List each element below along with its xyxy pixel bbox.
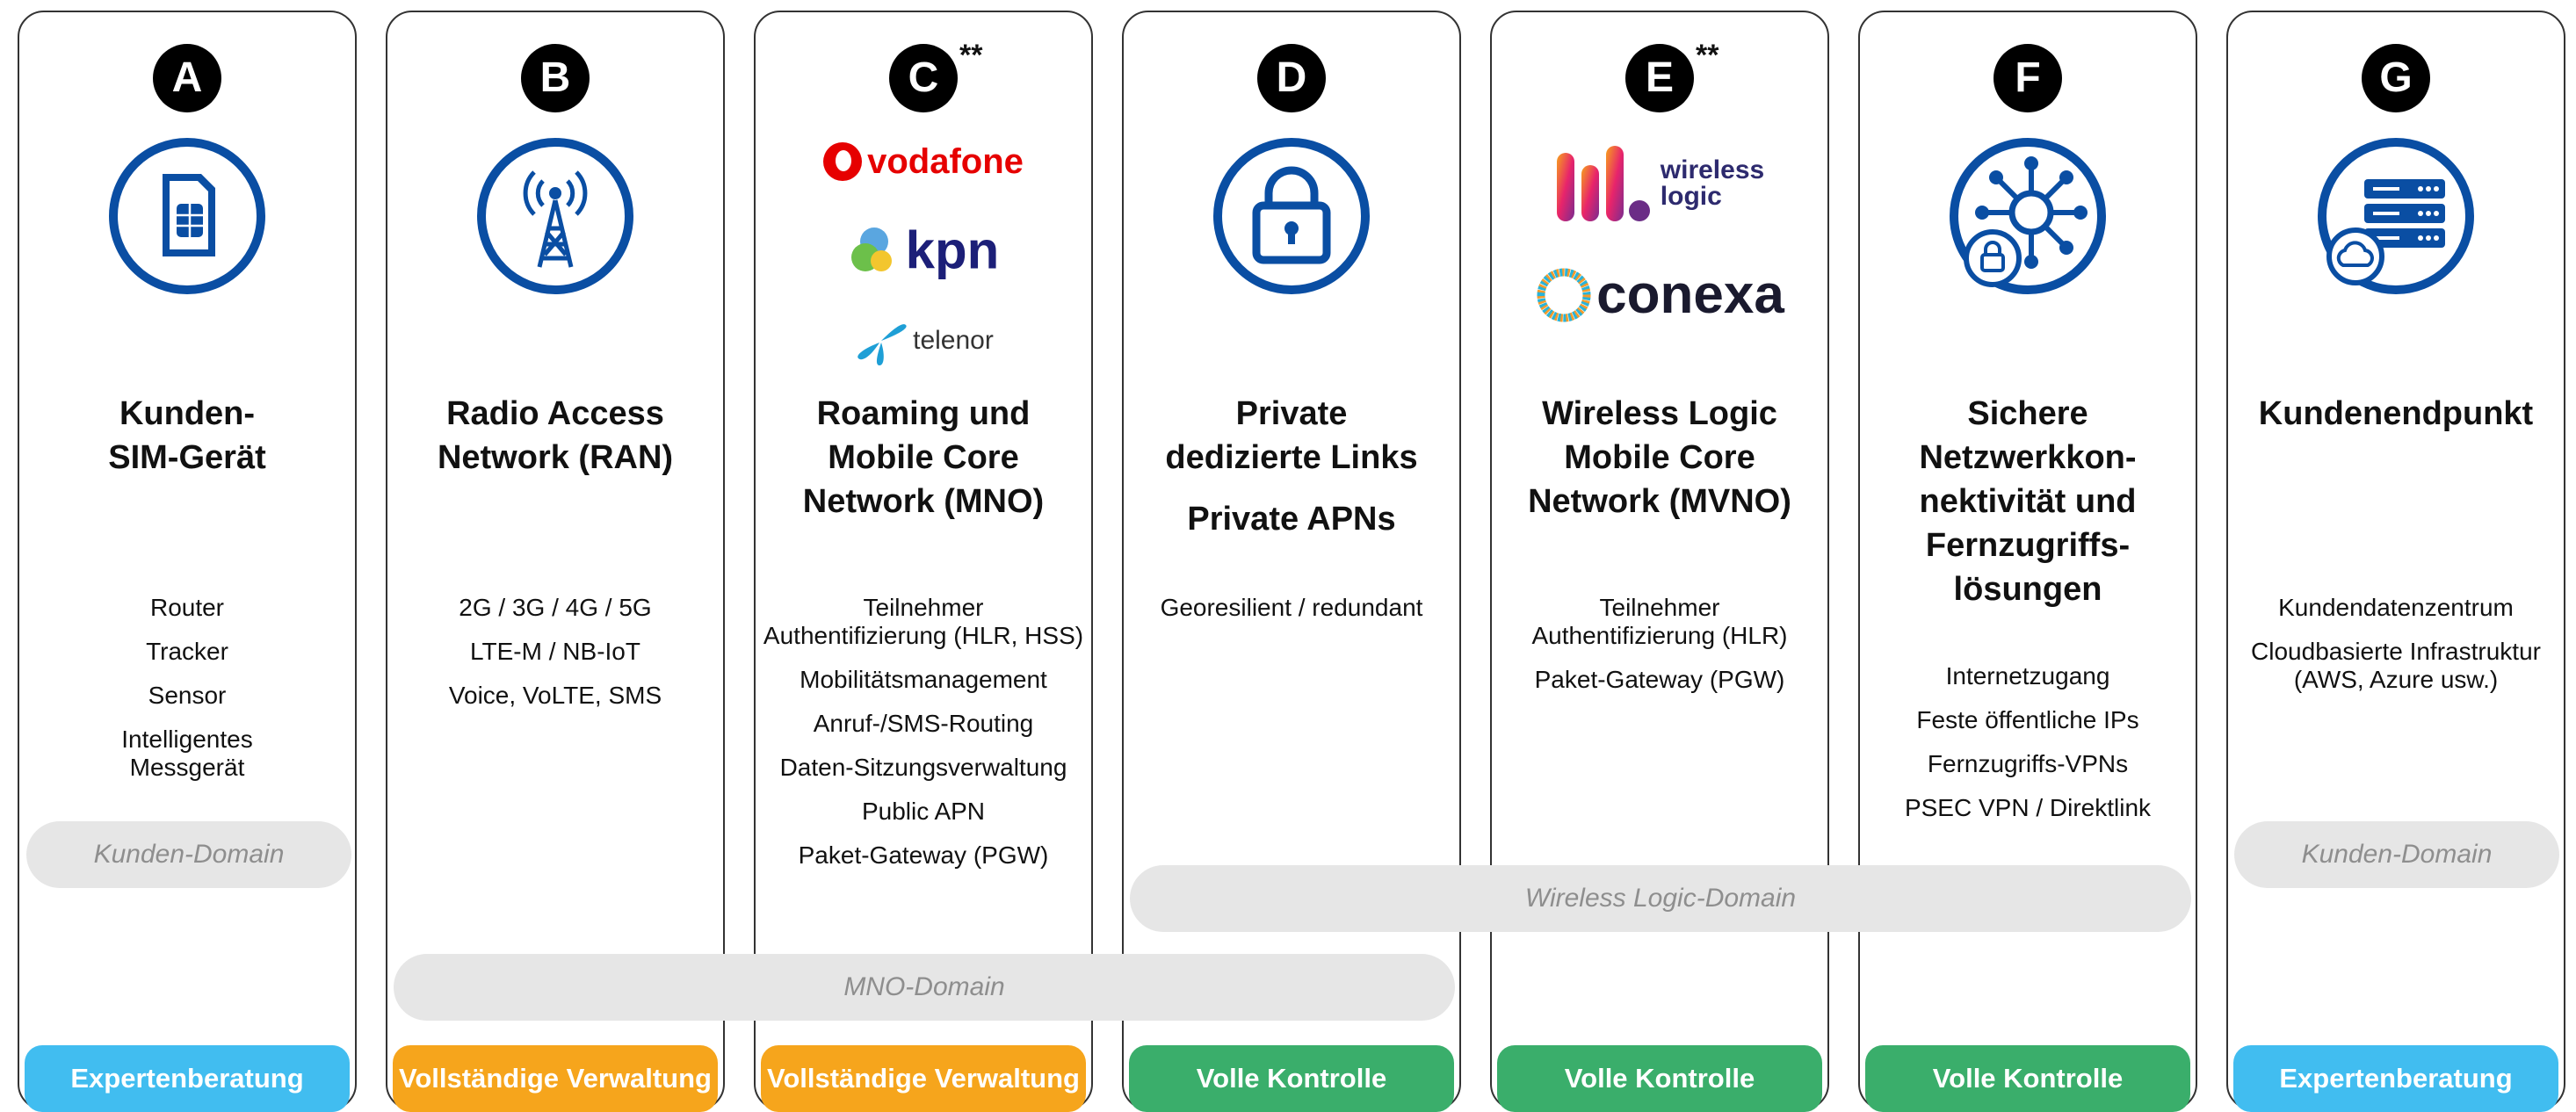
column-title-e: Wireless Logic Mobile Core Network (MVNO… — [1528, 395, 1791, 520]
list-item: PSEC VPN / Direktlink — [1904, 794, 2152, 821]
conexa-wordmark: conexa — [1596, 264, 1784, 326]
column-e: E ** wireless logic conexa Wireless Logi… — [1490, 11, 1829, 1112]
list-item: Public APN — [861, 798, 986, 825]
telenor-wordmark: telenor — [913, 326, 994, 355]
list-item: Cloudbasierte Infrastruktur (AWS, Azure … — [2251, 638, 2541, 693]
column-g: G Kundenendpunkt Kundendatenzentrum Clou… — [2226, 11, 2565, 1112]
list-item: Daten-Sitzungsverwaltung — [779, 754, 1067, 781]
column-letter-e: E — [1625, 44, 1694, 112]
item-list-c: Teilnehmer Authentifizierung (HLR, HSS) … — [763, 594, 1084, 885]
sim-card-icon — [106, 135, 268, 297]
server-cloud-icon — [2315, 135, 2477, 297]
action-button-g[interactable]: Expertenberatung — [2233, 1045, 2558, 1112]
column-f: F Sichere Netzwerkkon- nektivität und Fe… — [1858, 11, 2197, 1112]
action-button-a[interactable]: Expertenberatung — [25, 1045, 350, 1112]
item-list-d: Georesilient / redundant — [1131, 594, 1452, 638]
column-title-a: Kunden- SIM-Gerät — [108, 395, 266, 476]
column-title-d: Private dedizierte Links — [1165, 395, 1418, 476]
telenor-logo: telenor — [756, 313, 1091, 369]
action-button-f[interactable]: Volle Kontrolle — [1865, 1045, 2190, 1112]
domain-band-mno: MNO-Domain — [394, 954, 1455, 1021]
item-list-b: 2G / 3G / 4G / 5G LTE-M / NB-IoT Voice, … — [394, 594, 716, 726]
wireless-logic-bars-icon — [1555, 144, 1661, 223]
column-letter-d: D — [1257, 44, 1326, 112]
list-item: Paket-Gateway (PGW) — [1534, 666, 1785, 693]
list-item: LTE-M / NB-IoT — [470, 638, 640, 665]
column-letter-c: C — [889, 44, 958, 112]
vodafone-wordmark: vodafone — [867, 141, 1024, 181]
column-title-c: Roaming und Mobile Core Network (MNO) — [802, 395, 1045, 520]
list-item: Voice, VoLTE, SMS — [448, 682, 662, 709]
action-button-d[interactable]: Volle Kontrolle — [1129, 1045, 1454, 1112]
list-item: Internetzugang — [1945, 662, 2110, 690]
list-item: Mobilitätsmanagement — [800, 666, 1047, 693]
list-item: 2G / 3G / 4G / 5G — [459, 594, 652, 621]
list-item: Intelligentes Messgerät — [121, 726, 253, 781]
list-item: Teilnehmer Authentifizierung (HLR, HSS) — [763, 594, 1084, 649]
column-c: C ** vodafone kpn telenor Roaming und Mo… — [754, 11, 1093, 1112]
list-item: Fernzugriffs-VPNs — [1927, 750, 2129, 777]
kpn-crown-icon — [848, 222, 901, 278]
domain-band-customer-a: Kunden-Domain — [26, 821, 351, 888]
list-item: Teilnehmer Authentifizierung (HLR) — [1531, 594, 1788, 649]
list-item: Router — [149, 594, 225, 621]
column-d: D Private dedizierte Links Private APNs … — [1122, 11, 1461, 1112]
column-letter-b: B — [521, 44, 590, 112]
list-item: Tracker — [146, 638, 228, 665]
conexa-ring-icon — [1535, 266, 1593, 324]
kpn-logo: kpn — [756, 216, 1091, 281]
column-a: A Kunden- SIM-Gerät Router Tracker Senso… — [18, 11, 357, 1112]
column-title-b: Radio Access Network (RAN) — [437, 395, 674, 476]
action-button-c[interactable]: Vollständige Verwaltung — [761, 1045, 1086, 1112]
column-subtitle-d: Private APNs — [1187, 501, 1396, 538]
list-item: Kundendatenzentrum — [2278, 594, 2514, 621]
list-item: Feste öffentliche IPs — [1916, 706, 2139, 733]
vodafone-logo: vodafone — [756, 141, 1091, 182]
footnote-stars-e: ** — [1696, 39, 1719, 72]
domain-band-wireless-logic: Wireless Logic-Domain — [1130, 865, 2191, 932]
column-title-f: Sichere Netzwerkkon- nektivität und Fern… — [1919, 395, 2137, 608]
item-list-f: Internetzugang Feste öffentliche IPs Fer… — [1867, 662, 2189, 838]
column-letter-f: F — [1994, 44, 2062, 112]
item-list-e: Teilnehmer Authentifizierung (HLR) Paket… — [1499, 594, 1820, 710]
item-list-g: Kundendatenzentrum Cloudbasierte Infrast… — [2235, 594, 2557, 710]
list-item: Anruf-/SMS-Routing — [813, 710, 1034, 737]
vodafone-icon — [823, 142, 863, 182]
column-title-g: Kundenendpunkt — [2258, 395, 2534, 432]
list-item: Georesilient / redundant — [1160, 594, 1423, 621]
domain-band-customer-g: Kunden-Domain — [2234, 821, 2559, 888]
list-item: Sensor — [148, 682, 227, 709]
column-letter-a: A — [153, 44, 221, 112]
wireless-logic-wordmark: wireless logic — [1660, 155, 1765, 211]
radio-tower-icon — [474, 135, 636, 297]
footnote-stars-c: ** — [959, 39, 983, 72]
conexa-logo: conexa — [1492, 260, 1827, 326]
telenor-propeller-icon — [853, 313, 909, 369]
network-lock-icon — [1947, 135, 2109, 297]
kpn-wordmark: kpn — [905, 220, 1000, 280]
column-b: B Radio Access Network (RAN) 2G / 3G / 4… — [386, 11, 725, 1112]
wireless-logic-logo: wireless logic — [1492, 144, 1827, 232]
action-button-b[interactable]: Vollständige Verwaltung — [393, 1045, 718, 1112]
action-button-e[interactable]: Volle Kontrolle — [1497, 1045, 1822, 1112]
list-item: Paket-Gateway (PGW) — [798, 841, 1049, 869]
padlock-icon — [1211, 135, 1372, 297]
item-list-a: Router Tracker Sensor Intelligentes Mess… — [26, 594, 348, 798]
column-letter-g: G — [2362, 44, 2430, 112]
